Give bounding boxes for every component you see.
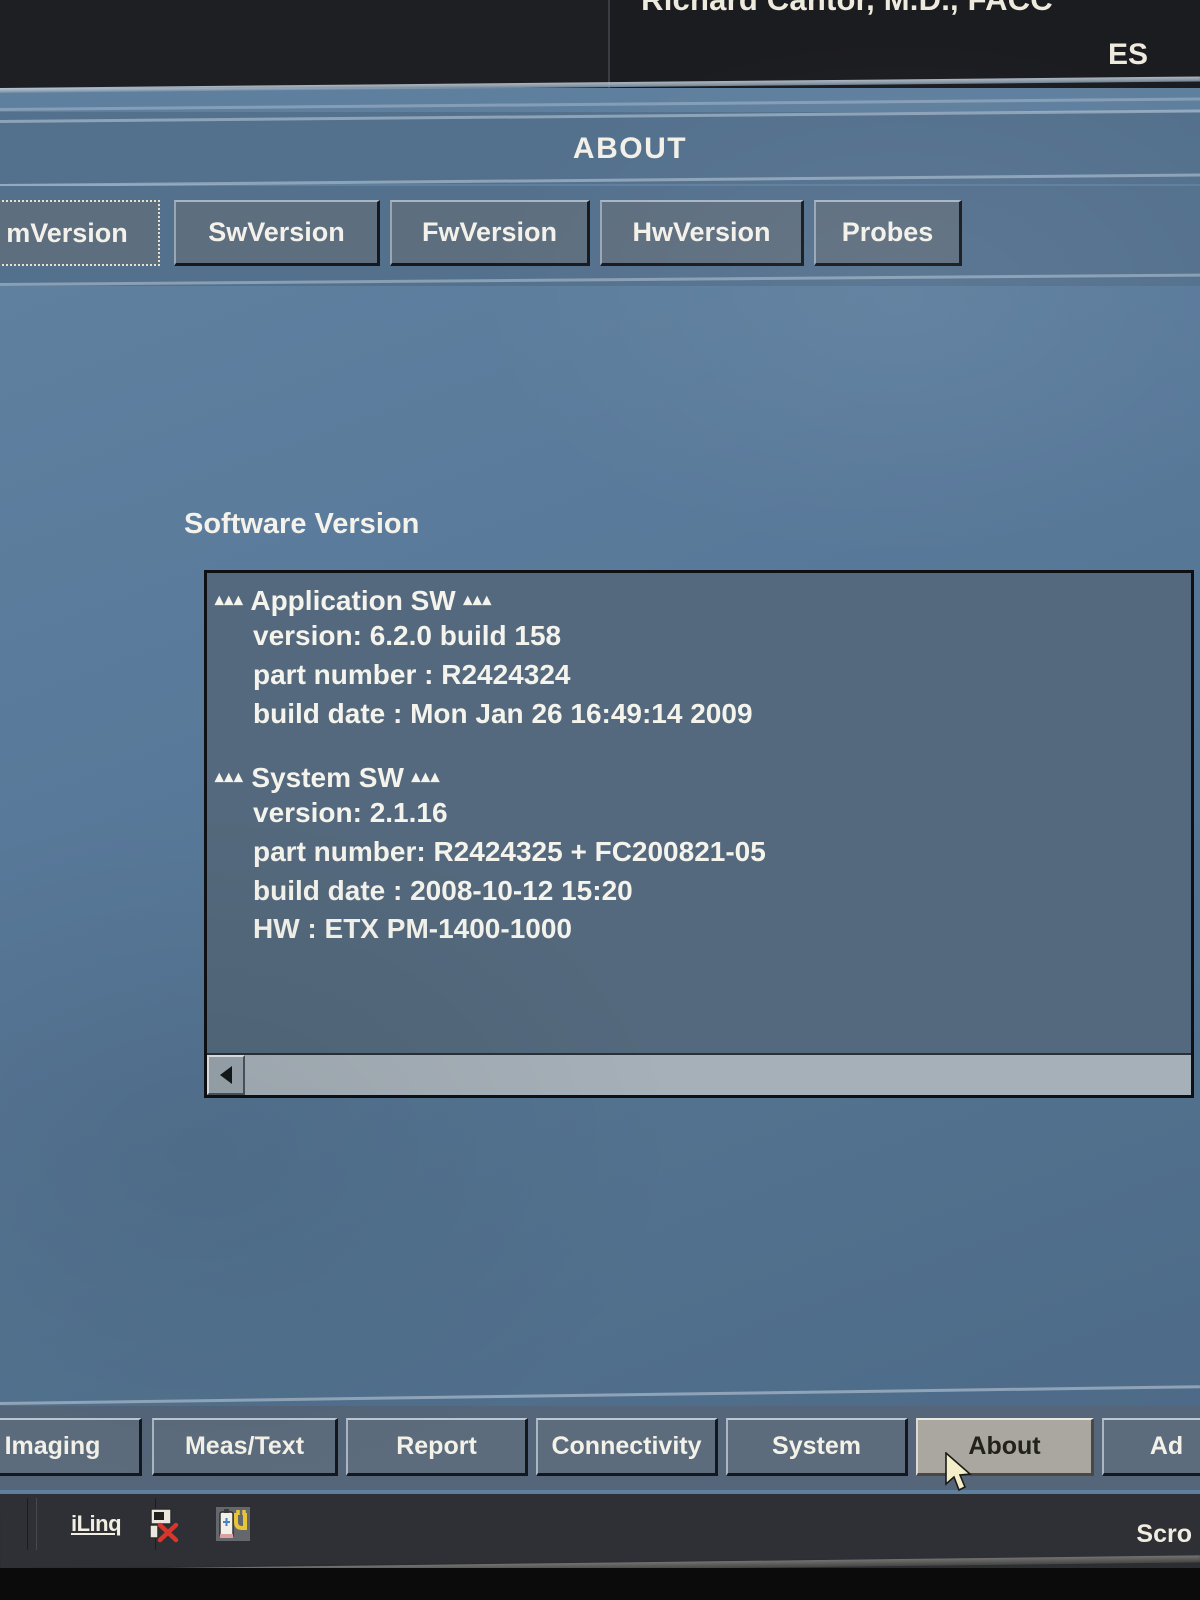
tab-probes[interactable]: Probes <box>814 200 962 266</box>
menu-button-meas-text[interactable]: Meas/Text <box>152 1418 338 1476</box>
ultrasound-about-screen: Richard Cantor, M.D., FACC ES ABOUT mVer… <box>0 0 1200 1600</box>
taskbar-cell-edge[interactable] <box>0 1498 28 1550</box>
tab-label: FwVersion <box>421 217 558 247</box>
menu-button-label: Imaging <box>4 1432 101 1460</box>
tab-label: SwVersion <box>208 217 345 247</box>
menu-button-report[interactable]: Report <box>346 1418 528 1476</box>
horizontal-scrollbar[interactable] <box>207 1053 1191 1095</box>
main-menu-bar: Imaging Meas/Text Report Connectivity Sy… <box>0 1406 1200 1490</box>
menu-button-label: About <box>968 1432 1041 1460</box>
stars-suffix-icon: ▴▴▴ <box>411 766 441 786</box>
system-sw-block: ▴▴▴ System SW ▴▴▴ version: 2.1.16 part n… <box>207 761 1191 950</box>
ilinq-label: iLinq <box>70 1511 122 1536</box>
tab-label: Probes <box>841 217 934 247</box>
application-sw-build-date: build date : Mon Jan 26 16:49:14 2009 <box>253 697 753 729</box>
stars-prefix-icon: ▴▴▴ <box>215 766 244 786</box>
version-tab-bar: mVersion SwVersion FwVersion HwVersion P… <box>0 186 1200 286</box>
system-sw-version: version: 2.1.16 <box>253 796 448 828</box>
application-sw-version: version: 6.2.0 build 158 <box>253 620 562 651</box>
scroll-left-button[interactable] <box>207 1055 245 1095</box>
menu-button-connectivity[interactable]: Connectivity <box>536 1418 718 1476</box>
menu-button-label: Ad <box>1149 1432 1184 1460</box>
version-text-panel[interactable]: ▴▴▴ Application SW ▴▴▴ version: 6.2.0 bu… <box>204 570 1194 1098</box>
menu-button-system[interactable]: System <box>726 1418 908 1476</box>
version-text-content: ▴▴▴ Application SW ▴▴▴ version: 6.2.0 bu… <box>207 573 1191 1053</box>
menu-button-label: Connectivity <box>551 1432 702 1460</box>
menu-button-label: Meas/Text <box>184 1432 305 1460</box>
patient-banner: Richard Cantor, M.D., FACC ES <box>0 0 1200 88</box>
language-indicator: ES <box>1107 38 1148 71</box>
system-sw-hardware: HW : ETX PM-1400-1000 <box>253 913 572 945</box>
system-sw-part-number: part number: R2424325 + FC200821-05 <box>253 835 766 867</box>
monitor-bezel-bottom <box>0 1568 1200 1600</box>
power-plug-icon <box>216 1507 250 1541</box>
heading-text: System SW <box>251 761 404 793</box>
menu-button-label: System <box>772 1432 861 1460</box>
taskbar-scroll-label: Scro <box>1136 1520 1192 1548</box>
arrow-left-icon <box>220 1066 232 1084</box>
menu-button-label: Report <box>396 1432 477 1460</box>
tab-fw-version[interactable]: FwVersion <box>390 200 590 266</box>
page-title: ABOUT <box>572 132 688 165</box>
stars-prefix-icon: ▴▴▴ <box>215 590 244 609</box>
tab-label: mVersion <box>6 217 128 248</box>
stars-suffix-icon: ▴▴▴ <box>463 590 493 609</box>
application-sw-block: ▴▴▴ Application SW ▴▴▴ version: 6.2.0 bu… <box>207 585 1191 734</box>
scrollbar-track[interactable] <box>245 1055 1191 1095</box>
physician-name: Richard Cantor, M.D., FACC <box>612 0 1082 18</box>
menu-button-about[interactable]: About <box>916 1418 1094 1476</box>
patient-banner-left-panel <box>0 0 610 88</box>
tab-system-version[interactable]: mVersion <box>0 200 160 266</box>
menu-button-admin[interactable]: Ad <box>1102 1418 1200 1476</box>
taskbar-network-status[interactable] <box>130 1498 200 1550</box>
network-disconnected-icon <box>149 1508 179 1543</box>
application-sw-heading: ▴▴▴ Application SW ▴▴▴ <box>207 585 1191 617</box>
tab-sw-version[interactable]: SwVersion <box>174 200 380 266</box>
tab-label: HwVersion <box>632 217 771 247</box>
heading-text: Application SW <box>250 585 456 616</box>
taskbar-power-status[interactable] <box>196 1498 270 1550</box>
system-sw-build-date: build date : 2008-10-12 15:20 <box>253 874 633 906</box>
tab-hw-version[interactable]: HwVersion <box>600 200 804 266</box>
bezel-secondary-line <box>0 97 1200 111</box>
software-version-label: Software Version <box>184 508 420 540</box>
system-sw-heading: ▴▴▴ System SW ▴▴▴ <box>207 761 1191 794</box>
application-sw-part-number: part number : R2424324 <box>253 658 571 690</box>
menu-button-imaging[interactable]: Imaging <box>0 1418 142 1476</box>
